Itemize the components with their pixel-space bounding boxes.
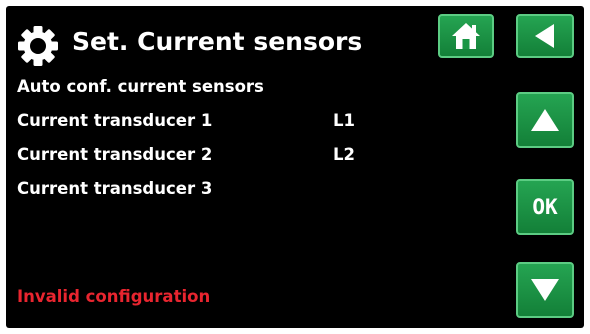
menu-item-label: Current transducer 2	[17, 145, 213, 164]
menu-item-current-transducer-2[interactable]: Current transducer 2 L2	[17, 144, 355, 166]
menu-item-label: Current transducer 1	[17, 111, 213, 130]
gear-icon	[16, 24, 60, 68]
display-screen: Set. Current sensors OK Auto conf. curre…	[6, 6, 584, 328]
status-message: Invalid configuration	[17, 287, 211, 306]
menu-item-label: Current transducer 3	[17, 179, 213, 198]
scroll-down-button[interactable]	[516, 262, 574, 318]
up-arrow-icon	[528, 105, 562, 135]
ok-button-label: OK	[532, 195, 558, 219]
page-title: Set. Current sensors	[72, 27, 363, 56]
down-arrow-icon	[528, 275, 562, 305]
menu-item-current-transducer-1[interactable]: Current transducer 1 L1	[17, 110, 355, 132]
back-arrow-icon	[530, 21, 560, 51]
menu-item-value: L2	[333, 145, 355, 164]
menu-item-label: Auto conf. current sensors	[17, 77, 264, 96]
home-button[interactable]	[438, 14, 494, 58]
menu-item-current-transducer-3[interactable]: Current transducer 3	[17, 178, 212, 200]
back-button[interactable]	[516, 14, 574, 58]
menu-item-value: L1	[333, 111, 355, 130]
scroll-up-button[interactable]	[516, 92, 574, 148]
home-icon	[449, 20, 483, 52]
ok-button[interactable]: OK	[516, 179, 574, 235]
menu-item-auto-conf[interactable]: Auto conf. current sensors	[17, 76, 264, 98]
